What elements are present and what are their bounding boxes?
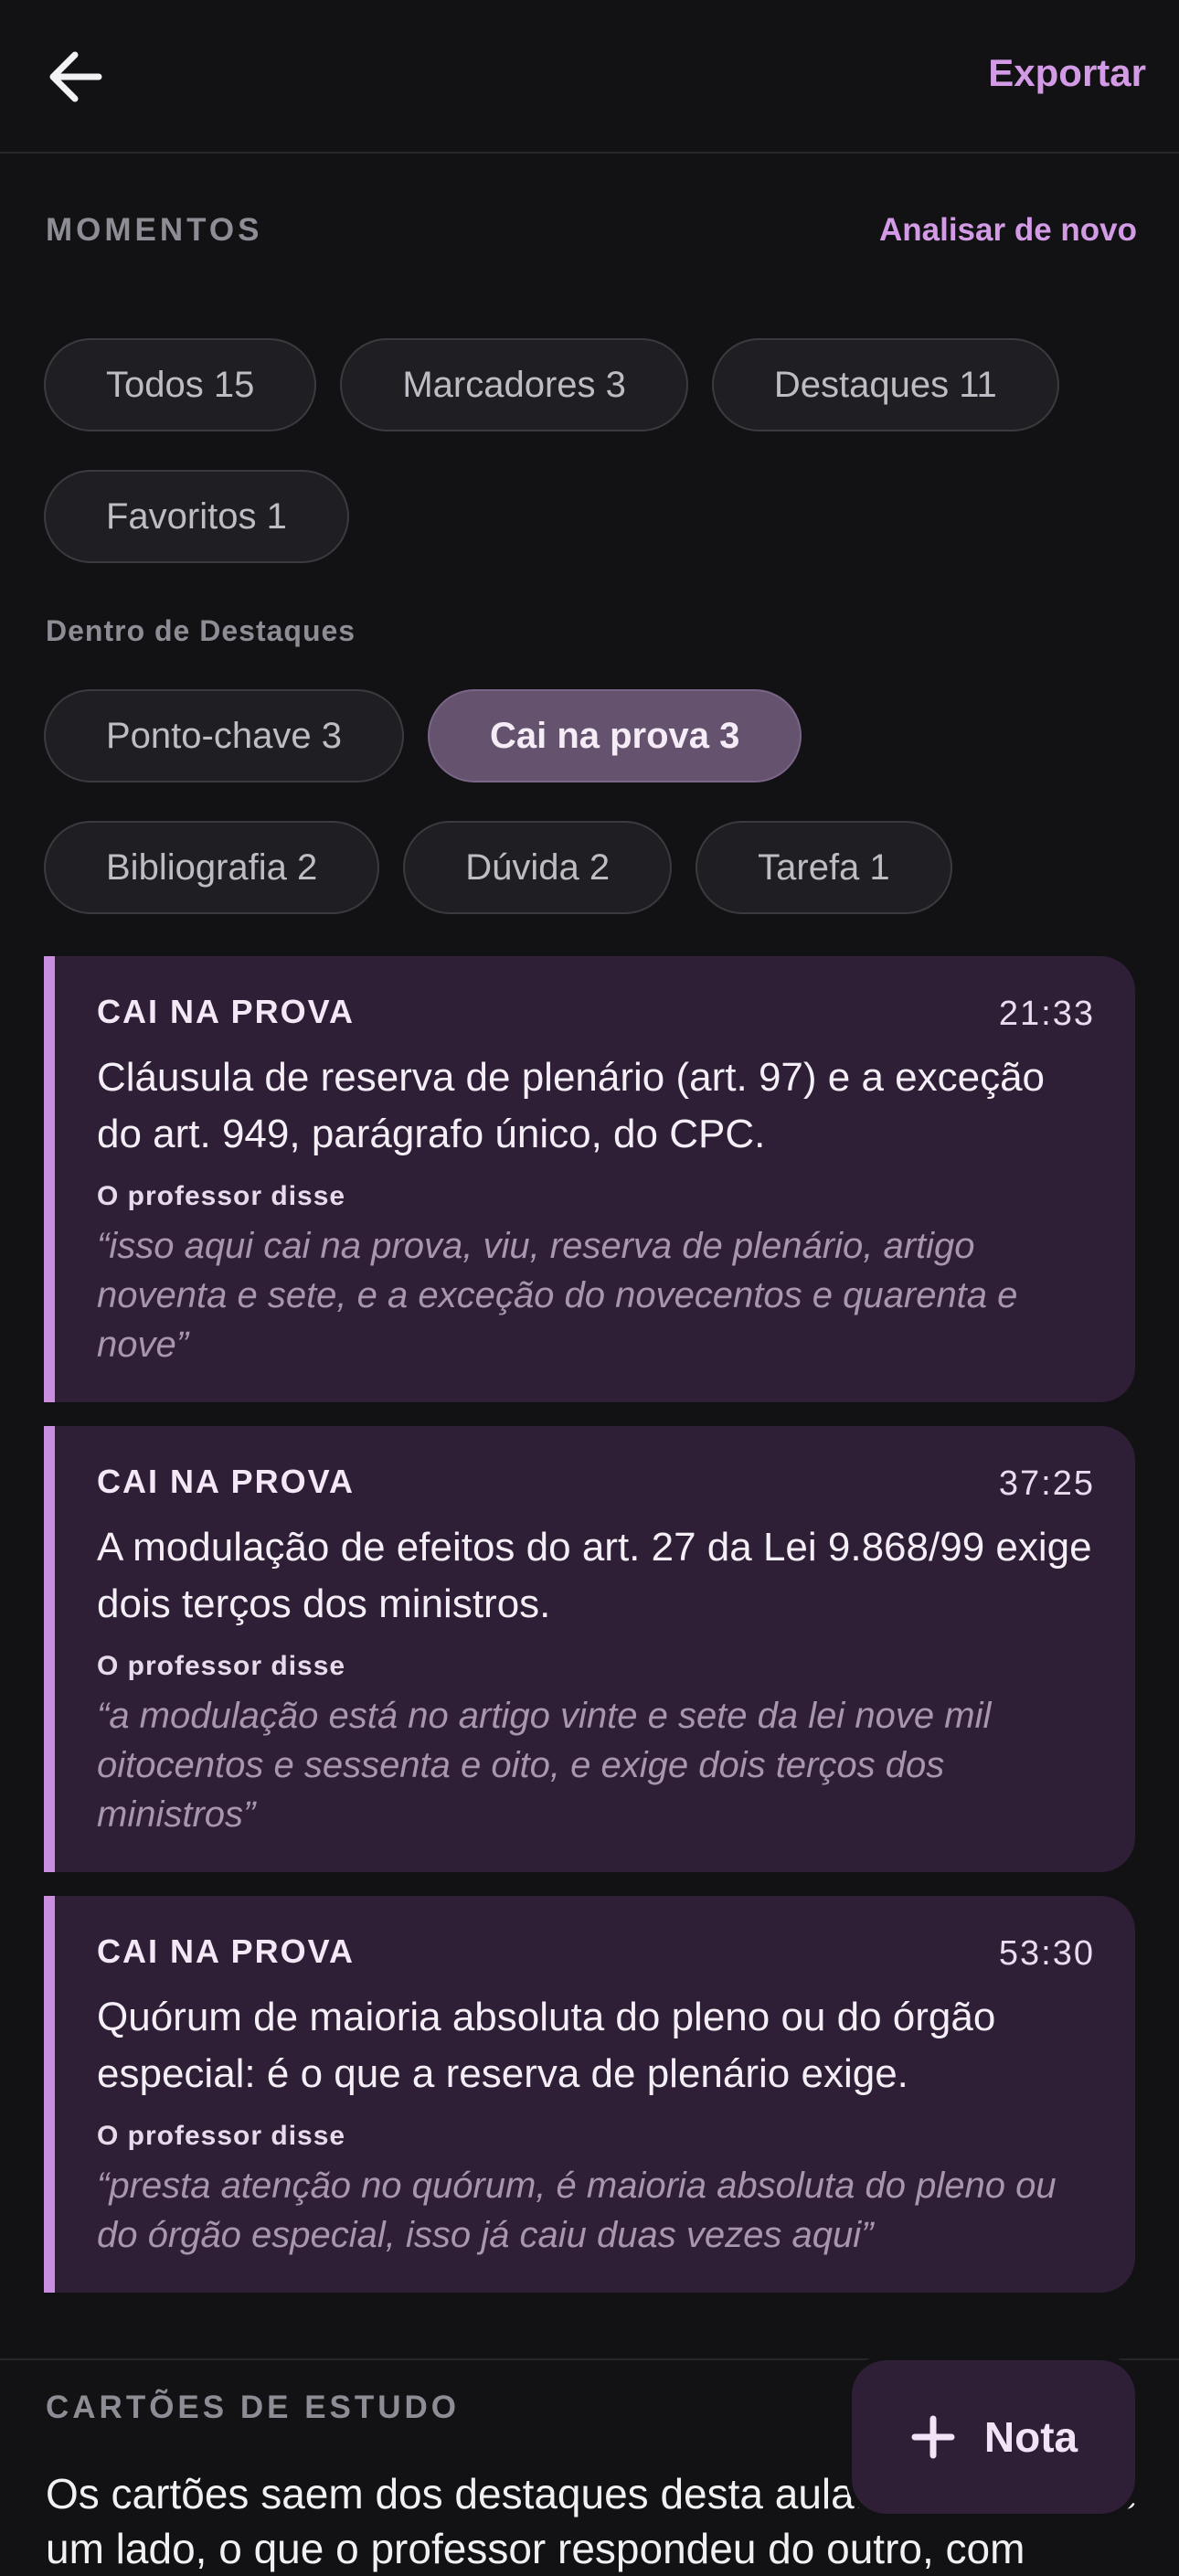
card-quote: “isso aqui cai na prova, viu, reserva de… (97, 1226, 1018, 1365)
subfilter-row: Bibliografia 2 Dúvida 2 Tarefa 1 (44, 821, 952, 914)
subfilter-chip-bibliography[interactable]: Bibliografia 2 (44, 821, 380, 914)
arrow-left-icon (49, 51, 102, 102)
card-said-label: O professor disse (97, 1651, 346, 1681)
card-tag: CAI NA PROVA (97, 1463, 356, 1500)
study-cards-title: CARTÕES DE ESTUDO (46, 2390, 461, 2425)
export-button[interactable]: Exportar (988, 51, 1146, 95)
moments-header: MOMENTOS Analisar de novo (46, 212, 1137, 258)
card-tag: CAI NA PROVA (97, 1932, 356, 1970)
card-title: Quórum de maioria absoluta do pleno ou d… (97, 1995, 996, 2096)
section-title: MOMENTOS (46, 212, 263, 248)
card-title: A modulação de efeitos do art. 27 da Lei… (97, 1525, 1092, 1626)
card-tag: CAI NA PROVA (97, 993, 356, 1030)
card-timestamp[interactable]: 21:33 (999, 995, 1095, 1034)
card-timestamp[interactable]: 37:25 (999, 1464, 1095, 1504)
subfilter-chip-exam[interactable]: Cai na prova 3 (427, 689, 802, 782)
card-quote: “presta atenção no quórum, é maioria abs… (97, 2166, 1057, 2255)
card-timestamp[interactable]: 53:30 (999, 1934, 1095, 1974)
filter-chip-all[interactable]: Todos 15 (44, 338, 317, 431)
add-note-button[interactable]: Nota (852, 2360, 1135, 2514)
subfilter-heading: Dentro de Destaques (46, 614, 356, 647)
filter-chip-favorites[interactable]: Favoritos 1 (44, 470, 349, 563)
subfilter-row: Ponto-chave 3 Cai na prova 3 (44, 689, 802, 782)
card-quote: “a modulação está no artigo vinte e sete… (97, 1696, 992, 1835)
subfilter-chip-task[interactable]: Tarefa 1 (696, 821, 952, 914)
subfilter-chip-key-point[interactable]: Ponto-chave 3 (44, 689, 404, 782)
moment-card[interactable]: CAI NA PROVA 37:25 A modulação de efeito… (44, 1426, 1135, 1872)
card-title: Cláusula de reserva de plenário (art. 97… (97, 1055, 1046, 1156)
filter-chip-highlights[interactable]: Destaques 11 (711, 338, 1059, 431)
back-button[interactable] (42, 42, 112, 112)
card-said-label: O professor disse (97, 2121, 346, 2151)
moment-card[interactable]: CAI NA PROVA 21:33 Cláusula de reserva d… (44, 956, 1135, 1402)
plus-icon (911, 2415, 955, 2459)
card-said-label: O professor disse (97, 1181, 346, 1211)
filter-row: Favoritos 1 (44, 470, 349, 563)
moment-card[interactable]: CAI NA PROVA 53:30 Quórum de maioria abs… (44, 1896, 1135, 2293)
subfilter-chip-doubt[interactable]: Dúvida 2 (403, 821, 673, 914)
top-bar: Exportar (0, 0, 1179, 154)
reanalyze-button[interactable]: Analisar de novo (879, 212, 1137, 249)
add-note-label: Nota (983, 2413, 1078, 2461)
filter-chip-markers[interactable]: Marcadores 3 (340, 338, 688, 431)
filter-row: Todos 15 Marcadores 3 Destaques 11 (44, 338, 1059, 431)
